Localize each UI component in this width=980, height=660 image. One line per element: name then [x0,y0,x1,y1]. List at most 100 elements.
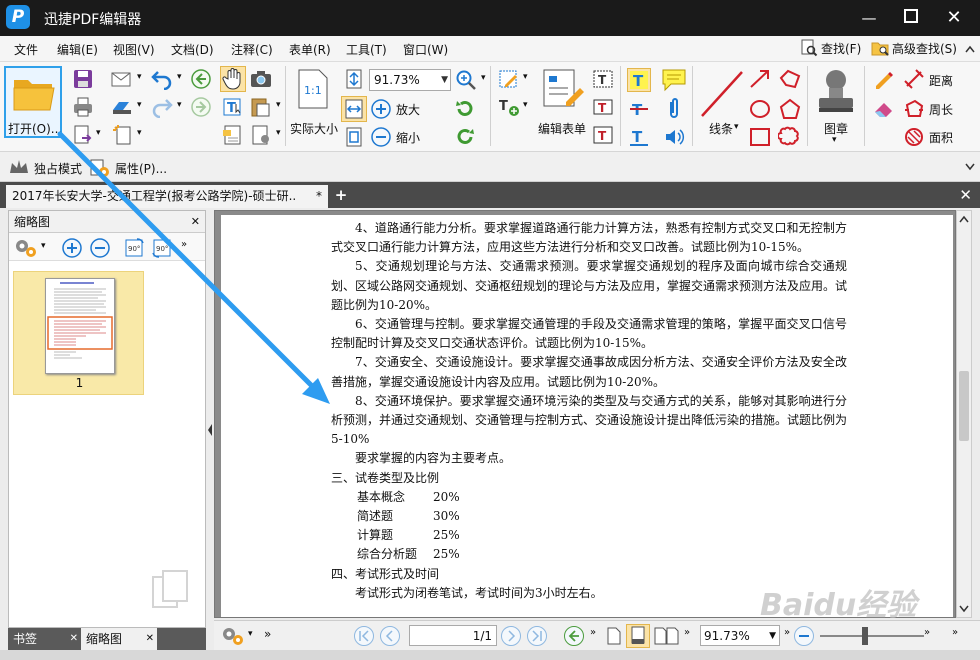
chevron-down-icon[interactable]: » [181,239,187,250]
clipboard-icon[interactable] [249,96,273,118]
actual-size-icon[interactable]: 1:1 [297,68,329,110]
zoom-in-icon[interactable] [61,237,83,259]
chevron-down-icon[interactable]: ▾ [276,128,281,138]
page-thumbnail[interactable]: 1 [13,271,144,395]
stamp-icon[interactable] [815,68,857,116]
menu-window[interactable]: 窗口(W) [403,41,448,58]
chevron-double-down-icon[interactable]: » [952,627,958,638]
close-icon[interactable]: ✕ [70,628,78,650]
last-page-button[interactable] [527,626,547,646]
chevron-down-icon[interactable]: ▾ [832,135,837,145]
chevron-double-down-icon[interactable]: » [924,627,930,638]
tab-bookmarks[interactable]: 书签 ✕ [8,628,80,650]
advanced-find-button[interactable]: 高级查找(S) [871,39,957,57]
fit-visible-icon[interactable] [343,126,365,148]
minimize-button[interactable]: — [857,8,881,28]
perimeter-button[interactable]: 周长 [929,101,953,118]
zoom-out-icon[interactable] [89,237,111,259]
scan-icon[interactable] [110,96,134,118]
vertical-scrollbar[interactable] [956,210,972,618]
distance-button[interactable]: 距离 [929,72,953,89]
zoom-out-button[interactable]: 缩小 [396,129,420,146]
scroll-up-icon[interactable] [959,215,969,223]
area-button[interactable]: 面积 [929,129,953,146]
chevron-double-down-icon[interactable]: » [684,627,690,638]
open-button[interactable]: 打开(O)... [4,66,62,138]
line-tool-icon[interactable] [698,68,744,120]
document-view-icon[interactable] [221,124,245,146]
fit-page-icon[interactable] [343,68,365,90]
line-tool-button[interactable]: 线条 [709,120,733,137]
zoom-level-select[interactable]: 91.73% ▼ [369,69,451,91]
chevron-down-icon[interactable]: ▾ [481,73,486,83]
snapshot-camera-icon[interactable] [249,68,273,90]
menu-view[interactable]: 视图(V) [113,41,155,58]
chevron-down-icon[interactable]: ▾ [177,72,182,82]
close-panel-button[interactable]: ✕ [191,211,200,233]
zoom-in-icon[interactable] [370,98,392,120]
edit-content-icon[interactable] [497,68,521,90]
polygon-line-icon[interactable] [778,68,802,90]
attachment-icon[interactable] [663,96,685,120]
menu-tools[interactable]: 工具(T) [346,41,387,58]
first-page-button[interactable] [354,626,374,646]
ellipse-tool-icon[interactable] [748,98,772,120]
menu-comment[interactable]: 注释(C) [231,41,273,58]
properties-button[interactable]: 属性(P)... [115,160,167,177]
prev-page-button[interactable] [380,626,400,646]
rotate-cw-icon[interactable] [454,126,476,148]
maximize-button[interactable] [899,8,923,28]
chevron-down-icon[interactable]: ▾ [41,241,46,251]
gear-icon[interactable] [220,625,246,647]
menu-file[interactable]: 文件 [14,41,38,58]
edit-form-icon[interactable] [540,68,588,110]
text-field-icon[interactable]: T [592,96,614,118]
page-settings-icon[interactable] [249,124,273,146]
zoom-level-select[interactable]: 91.73% ▼ [700,625,780,646]
continuous-page-button[interactable] [626,624,650,648]
chevron-down-icon[interactable]: ▾ [137,100,142,110]
text-add-icon[interactable]: T [497,96,521,118]
chevron-up-icon[interactable] [965,44,975,54]
chevron-down-icon[interactable]: ▾ [276,100,281,110]
menu-edit[interactable]: 编辑(E) [57,41,98,58]
chevron-double-down-icon[interactable]: » [264,627,271,641]
menu-form[interactable]: 表单(R) [289,41,331,58]
callout-text-icon[interactable]: T [592,124,614,146]
new-tab-button[interactable]: + [333,186,349,204]
eraser-icon[interactable] [872,98,896,120]
pentagon-tool-icon[interactable] [778,98,802,120]
zoom-in-button[interactable]: 放大 [396,101,420,118]
export-icon[interactable] [72,124,94,146]
fit-width-button[interactable] [341,96,367,122]
scroll-down-icon[interactable] [959,605,969,613]
chevron-down-icon[interactable]: ▾ [734,122,739,132]
exclusive-mode-button[interactable]: 独占模式 [34,160,82,177]
back-icon[interactable] [190,68,212,90]
email-icon[interactable] [110,68,134,90]
arrow-tool-icon[interactable] [748,68,772,90]
menu-document[interactable]: 文档(D) [171,41,214,58]
redo-icon[interactable] [150,96,174,118]
chevron-double-down-icon[interactable]: » [784,627,790,638]
next-page-button[interactable] [501,626,521,646]
zoom-slider[interactable] [820,635,924,637]
cloud-tool-icon[interactable] [778,126,802,148]
text-select-icon[interactable]: T [221,96,245,118]
chevron-double-down-icon[interactable]: » [590,627,596,638]
scrollbar-thumb[interactable] [959,371,969,441]
undo-icon[interactable] [150,68,174,90]
zoom-out-button[interactable] [794,626,814,646]
rotate-ccw-icon[interactable] [454,98,476,120]
back-button[interactable] [564,626,584,646]
document-tab[interactable]: 2017年长安大学-交通工程学(报考公路学院)-硕士研.. * [6,185,328,208]
find-button[interactable]: 查找(F) [800,39,861,57]
document-viewport[interactable]: 4、道路通行能力分析。要求掌握道路通行能力计算方法，熟悉有控制方式交叉口和无控制… [214,210,956,618]
zoom-out-icon[interactable] [370,126,392,148]
chevron-down-icon[interactable]: ▾ [137,128,142,138]
gear-icon[interactable] [13,237,39,259]
close-window-button[interactable]: ✕ [942,8,966,28]
new-document-icon[interactable] [112,124,134,146]
forward-icon[interactable] [190,96,212,118]
chevron-down-icon[interactable]: ▾ [177,100,182,110]
